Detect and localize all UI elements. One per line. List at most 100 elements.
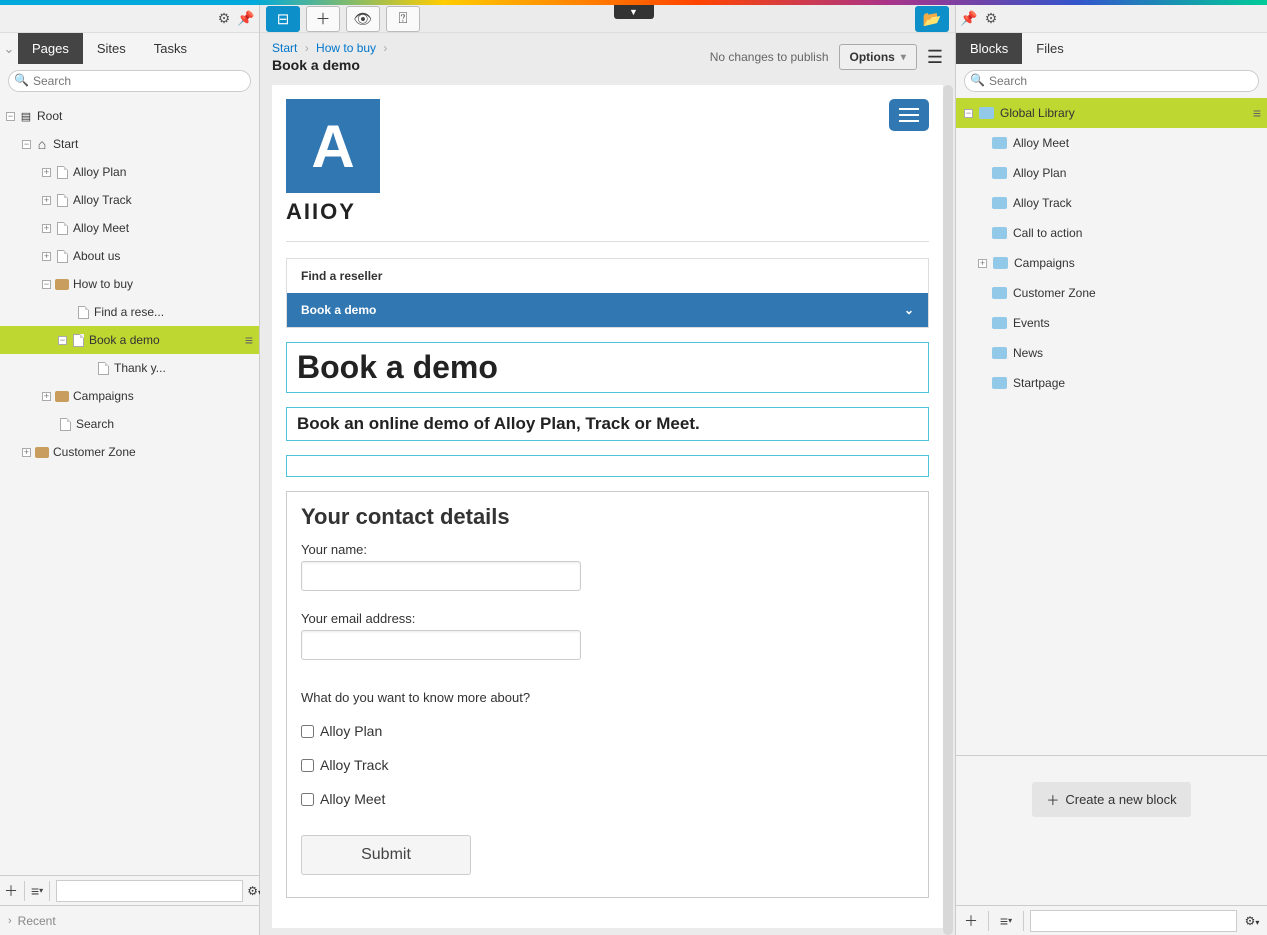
- page-icon: [78, 306, 89, 319]
- tree-node-news[interactable]: News: [956, 338, 1267, 368]
- editable-heading[interactable]: Book a demo: [286, 342, 929, 393]
- tree-view-icon[interactable]: ⊟: [266, 6, 300, 32]
- tree-node-thank-you[interactable]: Thank y...: [0, 354, 259, 382]
- chevron-right-icon: ›: [8, 915, 12, 927]
- plus-icon: ＋: [1046, 790, 1059, 809]
- hamburger-icon[interactable]: [889, 99, 929, 131]
- chevron-down-icon: ⌄: [904, 303, 914, 317]
- left-toolbar: ＋ ≡▾ ⚙▾: [0, 875, 259, 905]
- submit-button[interactable]: Submit: [301, 835, 471, 875]
- pages-tree: −▤ Root −⌂ Start + Alloy Plan + Alloy Tr…: [0, 98, 259, 875]
- right-panel: 📌 ⚙ Blocks Files 🔍 − Global Library Allo…: [955, 5, 1267, 935]
- tree-node-alloy-meet[interactable]: + Alloy Meet: [0, 214, 259, 242]
- gear-icon[interactable]: ⚙: [215, 10, 233, 28]
- tree-node-start[interactable]: −⌂ Start: [0, 130, 259, 158]
- folder-icon: [992, 317, 1007, 329]
- tree-node-alloy-plan[interactable]: + Alloy Plan: [0, 158, 259, 186]
- breadcrumb: Start › How to buy ›: [272, 41, 391, 55]
- recent-toggle[interactable]: › Recent: [0, 905, 259, 935]
- email-label: Your email address:: [301, 611, 914, 626]
- page-icon: [73, 334, 84, 347]
- tree-node-alloy-meet[interactable]: Alloy Meet: [956, 128, 1267, 158]
- add-icon[interactable]: ＋: [4, 880, 18, 902]
- folder-open-icon[interactable]: 📂: [915, 6, 949, 32]
- know-more-label: What do you want to know more about?: [301, 690, 914, 705]
- add-button[interactable]: ＋: [306, 6, 340, 32]
- folder-icon: [992, 347, 1007, 359]
- folder-icon: [979, 107, 994, 119]
- tree-node-campaigns[interactable]: + Campaigns: [0, 382, 259, 410]
- nav-book-demo[interactable]: Book a demo ⌄: [287, 293, 928, 327]
- chevron-down-icon[interactable]: ⌄: [0, 41, 18, 57]
- editable-empty[interactable]: [286, 455, 929, 477]
- name-label: Your name:: [301, 542, 914, 557]
- page-icon: [57, 194, 68, 207]
- tree-node-startpage[interactable]: Startpage: [956, 368, 1267, 398]
- tab-blocks[interactable]: Blocks: [956, 33, 1022, 64]
- tree-node-about-us[interactable]: + About us: [0, 242, 259, 270]
- tree-node-events[interactable]: Events: [956, 308, 1267, 338]
- page-icon: [98, 362, 109, 375]
- tree-node-cta[interactable]: Call to action: [956, 218, 1267, 248]
- search-icon: 🔍: [970, 73, 985, 87]
- folder-icon: [992, 137, 1007, 149]
- tab-files[interactable]: Files: [1022, 33, 1077, 64]
- tree-node-root[interactable]: −▤ Root: [0, 102, 259, 130]
- tree-node-customer-zone[interactable]: + Customer Zone: [0, 438, 259, 466]
- center-panel: ⊟ ＋ 👁 ⍰ 📂 Start › How to buy › Book a de…: [260, 5, 955, 935]
- folder-icon: [992, 167, 1007, 179]
- tree-node-book-demo[interactable]: − Book a demo: [0, 326, 259, 354]
- gear-icon[interactable]: ⚙: [982, 10, 1000, 28]
- name-input[interactable]: [301, 561, 581, 591]
- editable-subtitle[interactable]: Book an online demo of Alloy Plan, Track…: [286, 407, 929, 441]
- site-logo: A AIIOY: [286, 99, 380, 225]
- tree-node-search[interactable]: Search: [0, 410, 259, 438]
- right-toolbar: ＋ ≡▾ ⚙▾: [956, 905, 1267, 935]
- top-drawer-handle[interactable]: ▼: [614, 5, 654, 19]
- page-icon: [57, 250, 68, 263]
- chk-alloy-meet[interactable]: [301, 793, 314, 806]
- eye-icon[interactable]: 👁: [346, 6, 380, 32]
- tab-sites[interactable]: Sites: [83, 33, 140, 64]
- pin-icon[interactable]: 📌: [960, 10, 978, 28]
- right-toolbar-input[interactable]: [1030, 910, 1237, 932]
- folder-icon: [55, 391, 69, 402]
- tree-node-alloy-track[interactable]: + Alloy Track: [0, 186, 259, 214]
- blocks-search-input[interactable]: [964, 70, 1259, 92]
- chk-alloy-track[interactable]: [301, 759, 314, 772]
- gear-icon[interactable]: ⚙▾: [1241, 914, 1263, 928]
- list-icon[interactable]: ≡▾: [995, 910, 1017, 932]
- tree-node-alloy-track[interactable]: Alloy Track: [956, 188, 1267, 218]
- tree-node-how-to-buy[interactable]: − How to buy: [0, 270, 259, 298]
- create-block-button[interactable]: ＋ Create a new block: [1032, 782, 1190, 817]
- tab-pages[interactable]: Pages: [18, 33, 83, 64]
- pin-icon[interactable]: 📌: [237, 10, 255, 28]
- add-icon[interactable]: ＋: [960, 910, 982, 932]
- folder-icon: [992, 197, 1007, 209]
- search-icon: 🔍: [14, 73, 29, 87]
- folder-icon: [55, 279, 69, 290]
- search-page-icon[interactable]: ⍰: [386, 6, 420, 32]
- tree-node-campaigns[interactable]: +Campaigns: [956, 248, 1267, 278]
- breadcrumb-link[interactable]: Start: [272, 41, 297, 55]
- chk-alloy-plan[interactable]: [301, 725, 314, 738]
- tree-node-alloy-plan[interactable]: Alloy Plan: [956, 158, 1267, 188]
- blocks-tree: − Global Library Alloy Meet Alloy Plan A…: [956, 98, 1267, 755]
- tree-node-customer-zone[interactable]: Customer Zone: [956, 278, 1267, 308]
- list-icon[interactable]: ≡▾: [31, 880, 43, 902]
- options-button[interactable]: Options ▾: [839, 44, 917, 70]
- page-icon: [60, 418, 71, 431]
- nav-find-reseller[interactable]: Find a reseller: [287, 259, 928, 293]
- left-toolbar-input[interactable]: [56, 880, 243, 902]
- properties-icon[interactable]: ☰: [927, 47, 943, 68]
- tree-node-find-reseller[interactable]: Find a rese...: [0, 298, 259, 326]
- home-icon: ⌂: [35, 137, 49, 151]
- tree-node-global-library[interactable]: − Global Library: [956, 98, 1267, 128]
- contact-form: Your contact details Your name: Your ema…: [286, 491, 929, 898]
- pages-search-input[interactable]: [8, 70, 251, 92]
- breadcrumb-link[interactable]: How to buy: [316, 41, 376, 55]
- page-preview: A AIIOY Find a reseller Book a demo ⌄ Bo…: [272, 85, 943, 928]
- email-input[interactable]: [301, 630, 581, 660]
- tab-tasks[interactable]: Tasks: [140, 33, 201, 64]
- folder-icon: [993, 257, 1008, 269]
